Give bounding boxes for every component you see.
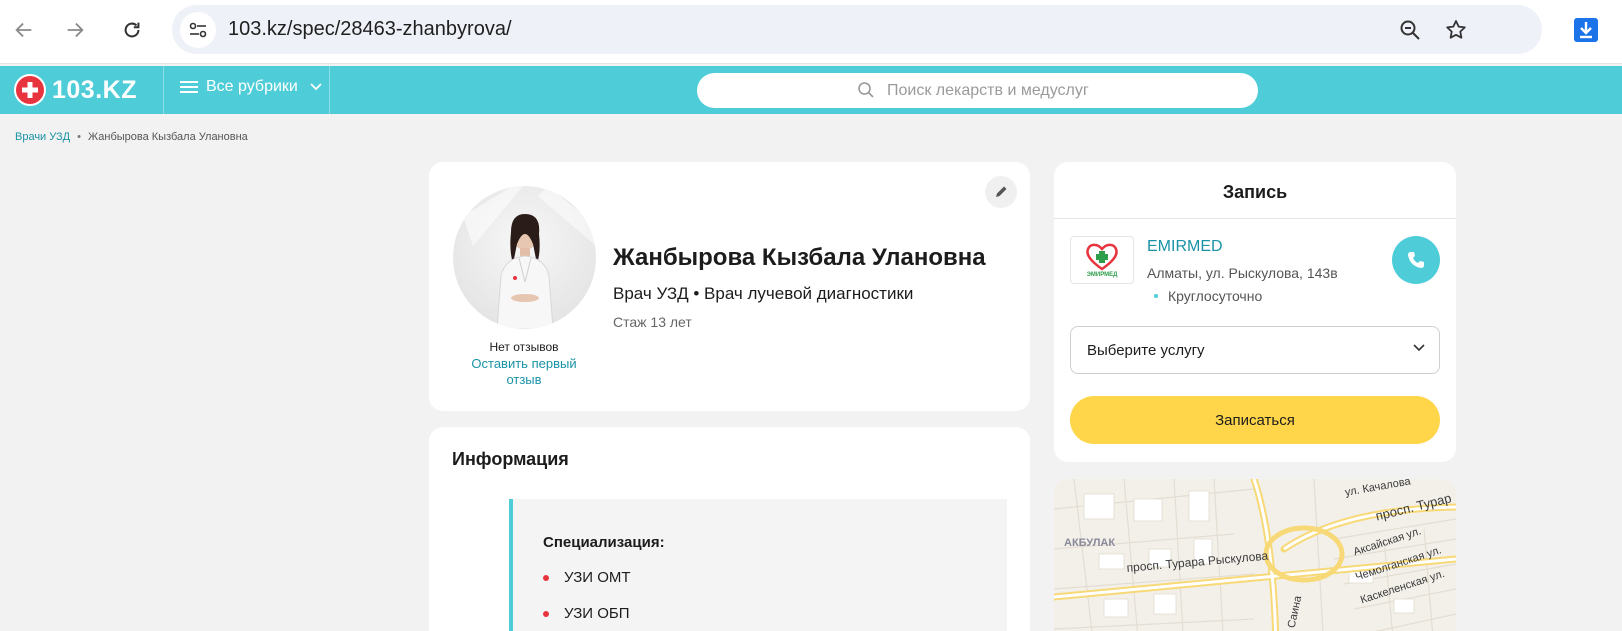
- breadcrumb-link-uzd-doctors[interactable]: Врачи УЗД: [15, 131, 70, 143]
- heart-logo-icon: [1086, 243, 1118, 271]
- clinic-logo-text: ЭМИРМЕД: [1086, 271, 1118, 278]
- arrow-left-icon: [15, 22, 32, 38]
- search-input[interactable]: [887, 78, 1227, 104]
- browser-toolbar: 103.kz/spec/28463-zhanbyrova/: [0, 0, 1622, 64]
- logo-text: 103.KZ: [52, 75, 137, 104]
- divider: [1054, 218, 1456, 219]
- specialization-heading: Специализация:: [543, 534, 665, 551]
- edit-button[interactable]: [985, 176, 1017, 208]
- zoom-button[interactable]: [1397, 17, 1423, 43]
- site-header: 103.KZ Все рубрики: [0, 66, 1622, 114]
- download-icon: [1574, 18, 1598, 42]
- address-bar[interactable]: 103.kz/spec/28463-zhanbyrova/: [172, 5, 1542, 54]
- book-appointment-button[interactable]: Записаться: [1070, 396, 1440, 444]
- clinic-map[interactable]: ул. Качалова просп. Турар АКБУЛАК Аксайс…: [1054, 479, 1456, 631]
- breadcrumb: Врачи УЗД • Жанбырова Кызбала Улановна: [15, 131, 248, 143]
- doctor-profile-card: Нет отзывов Оставить первый отзыв Жанбыр…: [429, 162, 1030, 411]
- breadcrumb-current: Жанбырова Кызбала Улановна: [87, 131, 248, 143]
- doctor-name: Жанбырова Кызбала Улановна: [613, 244, 986, 271]
- chevron-down-icon: [310, 83, 322, 91]
- leave-first-review-link[interactable]: Оставить первый отзыв: [459, 356, 589, 388]
- list-item: УЗИ ОМТ: [543, 569, 631, 586]
- specialization-label: УЗИ ОМТ: [564, 569, 631, 586]
- reload-button[interactable]: [116, 14, 148, 46]
- search-bar[interactable]: [697, 73, 1258, 108]
- status-dot-icon: [1154, 294, 1158, 298]
- information-card: Информация Специализация: УЗИ ОМТ УЗИ ОБ…: [429, 427, 1030, 631]
- map-label-akbulak: АКБУЛАК: [1064, 537, 1116, 549]
- service-select[interactable]: Выберите услугу: [1070, 326, 1440, 374]
- list-item: УЗИ ОБП: [543, 605, 630, 622]
- breadcrumb-separator: •: [77, 131, 81, 143]
- site-settings-icon: [189, 22, 207, 38]
- reviews-status: Нет отзывов: [489, 340, 559, 354]
- bookmark-button[interactable]: [1443, 17, 1469, 43]
- reload-icon: [124, 22, 140, 38]
- doctor-experience: Стаж 13 лет: [613, 314, 692, 330]
- appointment-title: Запись: [1222, 182, 1288, 202]
- doctor-specialties: Врач УЗД • Врач лучевой диагностики: [613, 284, 914, 303]
- bullet-icon: [543, 574, 549, 581]
- menu-icon: [180, 78, 198, 96]
- zoom-out-icon: [1400, 20, 1420, 40]
- clinic-name-link[interactable]: EMIRMED: [1147, 238, 1223, 256]
- url-text[interactable]: 103.kz/spec/28463-zhanbyrova/: [228, 18, 512, 41]
- clinic-hours-label: Круглосуточно: [1168, 288, 1263, 304]
- all-rubrics-menu[interactable]: Все рубрики: [180, 78, 322, 96]
- appointment-card: Запись ЭМИРМЕД EMIRMED Алматы, ул. Рыску…: [1054, 162, 1456, 462]
- search-icon: [858, 82, 874, 98]
- service-select-value: Выберите услугу: [1087, 342, 1205, 359]
- download-button[interactable]: [1570, 14, 1602, 46]
- header-divider: [163, 66, 164, 114]
- call-button[interactable]: [1392, 236, 1440, 284]
- site-logo[interactable]: 103.KZ: [14, 74, 137, 106]
- clinic-logo[interactable]: ЭМИРМЕД: [1070, 236, 1134, 284]
- bullet-icon: [543, 610, 549, 617]
- site-info-button[interactable]: [180, 12, 216, 48]
- clinic-address: Алматы, ул. Рыскулова, 143в: [1147, 265, 1338, 281]
- forward-button[interactable]: [59, 14, 91, 46]
- clinic-hours: Круглосуточно: [1154, 288, 1262, 304]
- pencil-icon: [996, 186, 1007, 197]
- star-icon: [1446, 20, 1466, 39]
- specialization-box: Специализация: УЗИ ОМТ УЗИ ОБП: [509, 499, 1007, 631]
- information-title: Информация: [452, 449, 569, 469]
- specialization-label: УЗИ ОБП: [564, 605, 630, 622]
- arrow-right-icon: [67, 22, 84, 38]
- rubrics-label: Все рубрики: [206, 78, 298, 95]
- header-divider: [329, 66, 330, 114]
- medical-cross-icon: [14, 74, 46, 106]
- doctor-avatar: [453, 186, 596, 329]
- back-button[interactable]: [8, 14, 40, 46]
- chevron-down-icon: [1413, 344, 1425, 352]
- phone-icon: [1408, 252, 1424, 268]
